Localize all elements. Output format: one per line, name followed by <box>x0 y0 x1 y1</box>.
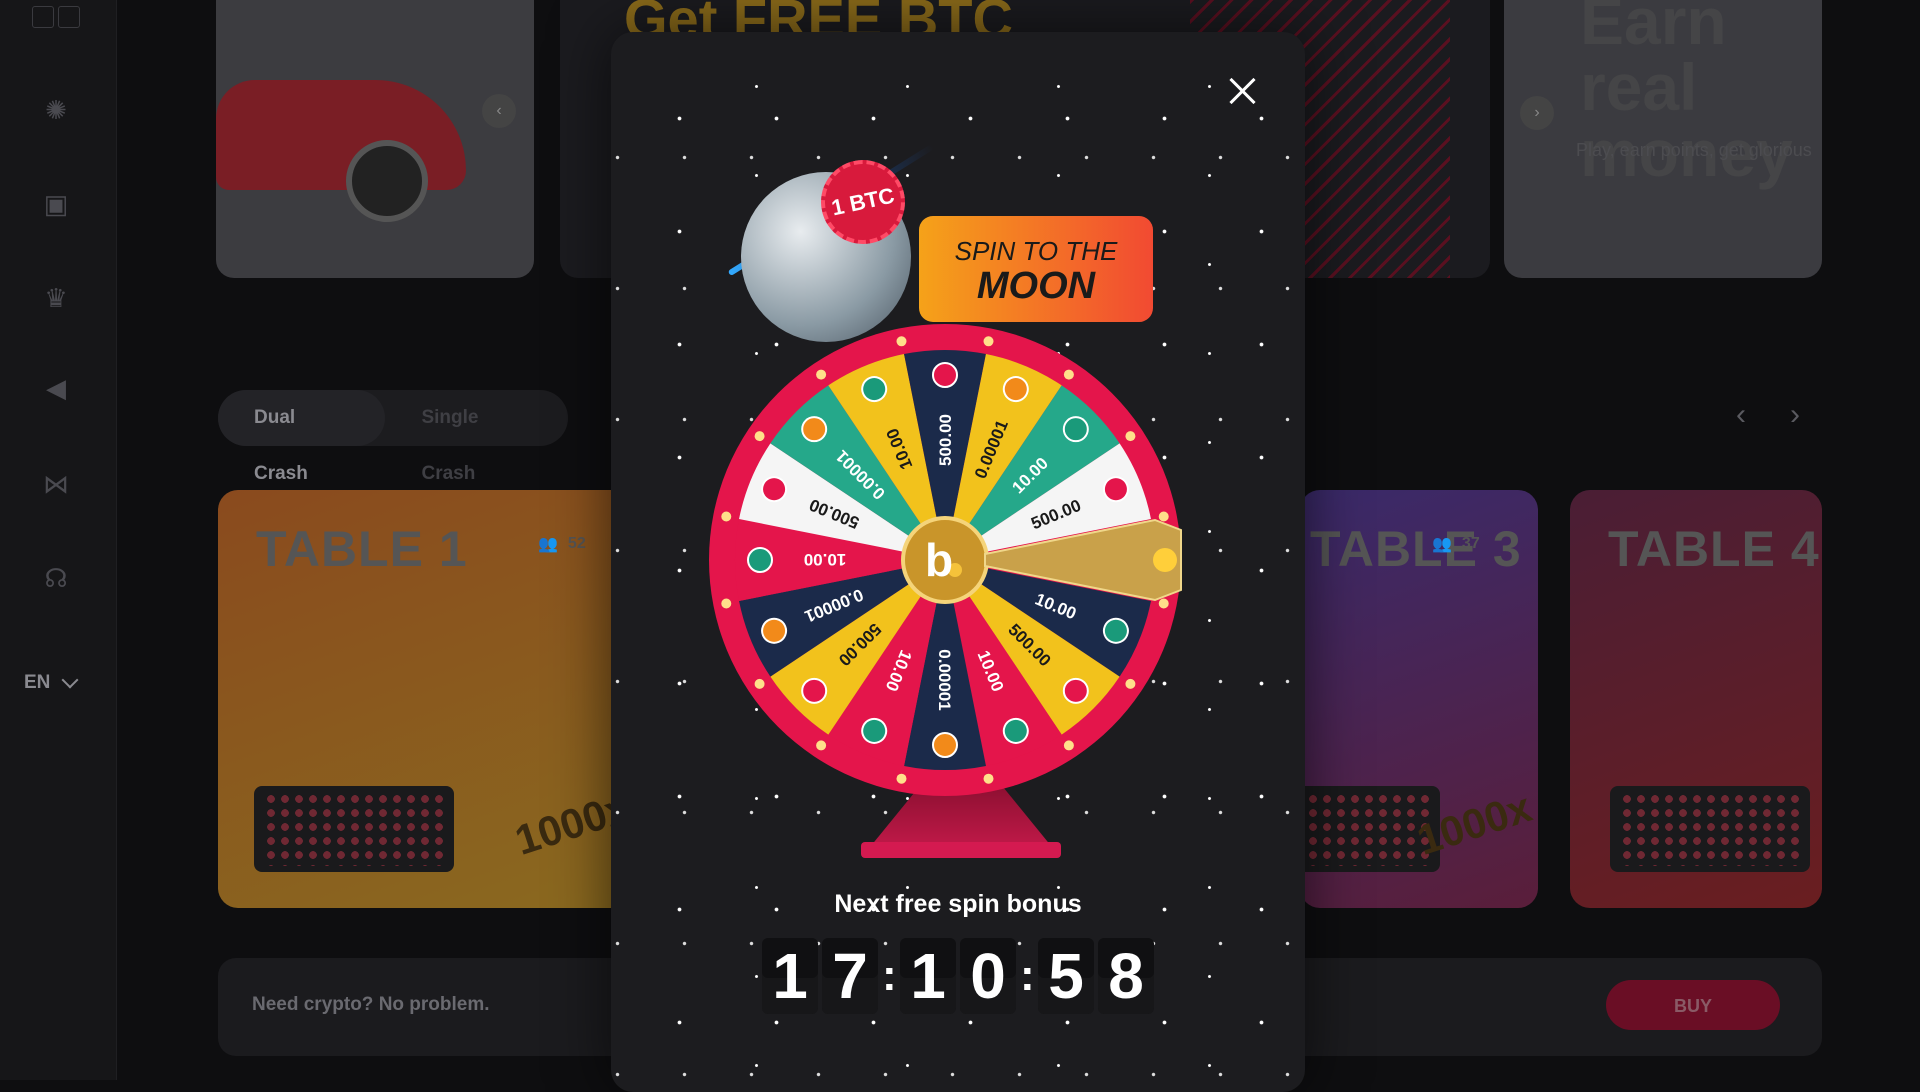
timer-digit: 8 <box>1098 938 1154 1014</box>
table-title: TABLE 3 <box>1310 521 1522 577</box>
chevron-right-icon[interactable]: › <box>1790 400 1820 430</box>
rim-stud <box>721 598 732 609</box>
wheel-segment-label: 500.00 <box>936 414 955 466</box>
users-icon: 👥 <box>538 536 558 553</box>
spin-wheel-modal: 1 BTC SPIN TO THE MOON 0.0000110.00500.0… <box>611 32 1305 1092</box>
users-icon: 👥 <box>1432 536 1452 553</box>
rim-stud <box>983 336 994 347</box>
spin-to-moon-banner: SPIN TO THE MOON <box>919 216 1153 322</box>
game-board-preview <box>254 786 454 872</box>
car-image <box>216 80 466 190</box>
car-wheel <box>346 140 428 222</box>
rim-stud <box>896 773 907 784</box>
tab-single-crash[interactable]: Single Crash <box>385 390 568 484</box>
chevron-down-icon <box>61 671 79 689</box>
next-spin-label: Next free spin bonus <box>834 890 1082 918</box>
tab-dual-crash[interactable]: Dual Crash <box>218 390 386 484</box>
close-icon[interactable] <box>1225 74 1259 108</box>
rim-stud <box>896 336 907 347</box>
rim-stud <box>754 678 765 689</box>
language-selector[interactable]: EN <box>24 671 79 694</box>
prize-wheel-svg: 0.0000110.00500.0010.000.0000110.00500.0… <box>709 324 1182 796</box>
language-label: EN <box>24 672 51 693</box>
player-count: 👥 52 <box>538 535 586 553</box>
share-icon[interactable]: ⋈ <box>40 468 72 500</box>
rim-stud <box>983 773 994 784</box>
hub-logo-icon: b <box>925 534 953 586</box>
timer-separator: : <box>882 951 897 1000</box>
table-title: TABLE 1 <box>256 521 468 577</box>
banner-next-button[interactable]: › <box>1520 96 1554 130</box>
rim-stud <box>1158 598 1169 609</box>
player-count: 👥 37 <box>1432 535 1480 553</box>
timer-digit: 0 <box>960 938 1016 1014</box>
games-icon[interactable]: ▣ <box>40 188 72 220</box>
rim-stud <box>816 369 827 380</box>
rim-stud <box>1125 431 1136 442</box>
table-card[interactable]: TABLE 1 👥 52 1000x <box>218 490 658 908</box>
sidebar: ✺ ▣ ♛ ◀ ⋈ ☊ EN <box>0 0 117 1080</box>
banner-line-2: MOON <box>976 265 1096 307</box>
rim-stud <box>1063 740 1074 751</box>
casino-chip-icon[interactable]: ✺ <box>40 94 72 126</box>
table-card[interactable]: TABLE 3 👥 37 1000x <box>1300 490 1538 908</box>
promo-banner-earn[interactable]: Earn real money Play, earn points, get g… <box>1504 0 1822 278</box>
prize-wheel[interactable]: 0.0000110.00500.0010.000.0000110.00500.0… <box>707 322 1183 798</box>
table-card[interactable]: TABLE 4 <box>1570 490 1822 908</box>
wheel-base <box>861 842 1061 858</box>
countdown-timer: 1 7 : 1 0 : 5 8 <box>611 938 1305 1014</box>
rim-stud <box>754 431 765 442</box>
game-board-preview <box>1610 786 1810 872</box>
game-token-icon <box>932 362 958 388</box>
timer-separator: : <box>1020 951 1035 1000</box>
banner-prev-button[interactable]: ‹ <box>482 94 516 128</box>
banner-subtitle: Play, earn points, get glorious <box>1576 140 1812 160</box>
buy-button[interactable]: BUY <box>1606 980 1780 1030</box>
wheel-segment-label: 0.00001 <box>935 649 954 710</box>
timer-digit: 5 <box>1038 938 1094 1014</box>
headset-icon[interactable]: ☊ <box>40 562 72 594</box>
table-title: TABLE 4 <box>1608 521 1820 577</box>
logo[interactable] <box>32 6 80 28</box>
rim-stud <box>1158 511 1169 522</box>
rim-stud <box>1125 678 1136 689</box>
wheel-segment-label: 10.00 <box>804 550 847 569</box>
timer-digit: 1 <box>762 938 818 1014</box>
pointer-light <box>1153 548 1177 572</box>
rim-stud <box>721 511 732 522</box>
crown-icon[interactable]: ♛ <box>40 282 72 314</box>
rim-stud <box>816 740 827 751</box>
promo-banner-car[interactable] <box>216 0 534 278</box>
buy-crypto-text: Need crypto? No problem. <box>252 994 490 1015</box>
timer-digit: 1 <box>900 938 956 1014</box>
banner-line-1: SPIN TO THE <box>954 236 1118 266</box>
megaphone-icon[interactable]: ◀ <box>40 372 72 404</box>
tether-icon <box>747 547 773 573</box>
bitcoin-icon <box>932 732 958 758</box>
timer-digit: 7 <box>822 938 878 1014</box>
chevron-left-icon[interactable]: ‹ <box>1736 400 1766 430</box>
mode-tabs: Dual Crash Single Crash <box>218 390 568 484</box>
rim-stud <box>1063 369 1074 380</box>
